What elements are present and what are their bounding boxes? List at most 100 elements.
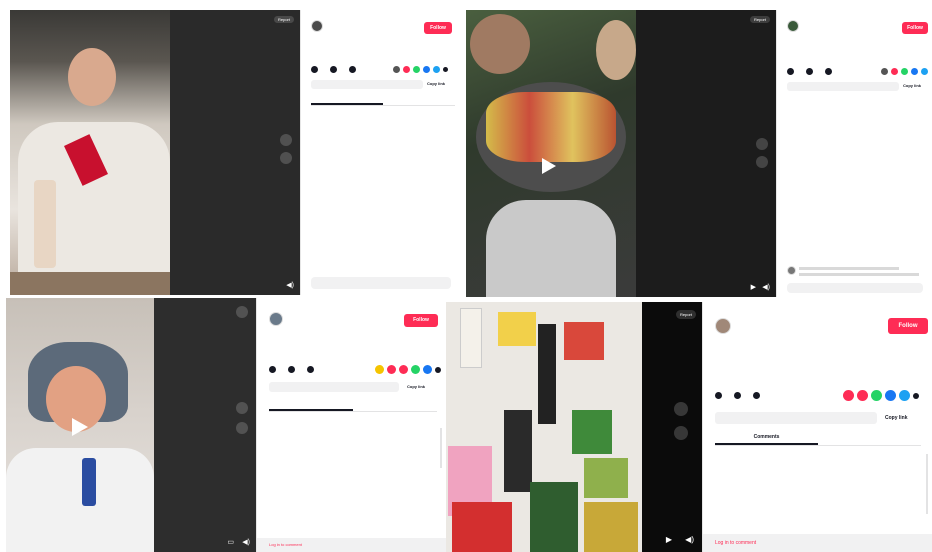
nav-up-button[interactable]: [674, 402, 688, 416]
video-player[interactable]: [6, 298, 154, 552]
report-button[interactable]: Report: [749, 16, 770, 23]
video-player[interactable]: [466, 10, 636, 297]
follow-button[interactable]: Follow: [902, 22, 928, 34]
nav-up-button[interactable]: [236, 402, 248, 414]
screen-icon[interactable]: ▭: [227, 538, 234, 546]
heart-icon[interactable]: [311, 66, 318, 73]
twitter-icon[interactable]: [433, 66, 440, 73]
red-box: [452, 502, 512, 552]
scrollbar[interactable]: [926, 454, 928, 514]
report-button[interactable]: Report: [675, 310, 696, 319]
copy-link-button[interactable]: Copy link: [903, 83, 921, 88]
avatar[interactable]: [787, 20, 799, 32]
copy-link-button[interactable]: Copy link: [885, 415, 908, 421]
nav-down-button[interactable]: [756, 156, 768, 168]
volume-icon[interactable]: ◀): [286, 281, 294, 289]
whatsapp-icon[interactable]: [871, 390, 882, 401]
follow-button[interactable]: Follow: [424, 22, 452, 34]
more-share-icon[interactable]: [443, 67, 448, 72]
nav-down-button[interactable]: [674, 426, 688, 440]
follow-button[interactable]: Follow: [888, 318, 928, 334]
video-link-field[interactable]: [311, 80, 423, 89]
embed-icon[interactable]: [393, 66, 400, 73]
comment-icon[interactable]: [330, 66, 337, 73]
play-icon[interactable]: [542, 158, 556, 174]
embed-icon[interactable]: [881, 68, 888, 75]
video-blur-background: ◀) ▭: [154, 298, 256, 552]
tab-creator-videos[interactable]: [353, 402, 437, 411]
details-sidebar: Follow Copy link Comments Log in to comm…: [702, 302, 932, 552]
nav-down-button[interactable]: [280, 152, 292, 164]
video-panel-2: Report ◀) ▶ Follow Copy link: [466, 10, 932, 297]
tab-comments[interactable]: Comments: [715, 434, 818, 445]
embed-icon[interactable]: [375, 365, 384, 374]
comment-icon[interactable]: [734, 392, 741, 399]
video-panel-4: Report ▶ ◀) Follow Copy link Comments Lo…: [446, 302, 932, 552]
comment-text-line: [799, 273, 919, 276]
twitter-icon[interactable]: [423, 365, 432, 374]
bookmark-icon[interactable]: [825, 68, 832, 75]
engagement-stats: [311, 66, 362, 73]
nav-up-button[interactable]: [756, 138, 768, 150]
play-pause-icon[interactable]: ▶: [666, 535, 672, 544]
avatar[interactable]: [715, 318, 731, 334]
whatsapp-icon[interactable]: [413, 66, 420, 73]
comment-text-line: [799, 267, 899, 270]
black-box: [504, 410, 532, 492]
avatar[interactable]: [311, 20, 323, 32]
tab-creator-videos[interactable]: [383, 96, 455, 105]
snack-box-pink: [564, 322, 604, 360]
bookmark-icon[interactable]: [349, 66, 356, 73]
copy-link-button[interactable]: Copy link: [427, 81, 445, 86]
video-player[interactable]: [446, 302, 642, 552]
close-button[interactable]: [236, 306, 248, 318]
bookmark-icon[interactable]: [307, 366, 314, 373]
heart-icon[interactable]: [269, 366, 276, 373]
heart-icon[interactable]: [787, 68, 794, 75]
follow-button[interactable]: Follow: [404, 314, 438, 327]
volume-icon[interactable]: ◀): [242, 538, 250, 546]
facebook-icon[interactable]: [411, 365, 420, 374]
report-button[interactable]: Report: [273, 16, 294, 23]
video-player[interactable]: [10, 10, 170, 295]
facebook-icon[interactable]: [885, 390, 896, 401]
commenter-avatar[interactable]: [787, 266, 796, 275]
comment-input[interactable]: [787, 283, 923, 293]
bookmark-icon[interactable]: [753, 392, 760, 399]
heart-icon[interactable]: [715, 392, 722, 399]
more-share-icon[interactable]: [435, 367, 441, 373]
nav-up-button[interactable]: [280, 134, 292, 146]
comment-icon[interactable]: [288, 366, 295, 373]
tab-creator-videos[interactable]: [818, 434, 921, 445]
tab-comments[interactable]: [311, 96, 383, 105]
whatsapp-icon[interactable]: [901, 68, 908, 75]
play-icon[interactable]: [72, 418, 88, 436]
embed-icon[interactable]: [843, 390, 854, 401]
friends-share-icon[interactable]: [403, 66, 410, 73]
twitter-icon[interactable]: [899, 390, 910, 401]
volume-icon[interactable]: ◀): [685, 535, 694, 544]
scrollbar[interactable]: [440, 428, 442, 468]
whatsapp-icon[interactable]: [399, 365, 408, 374]
comment-input[interactable]: [311, 277, 451, 289]
video-link-field[interactable]: [715, 412, 877, 424]
comment-icon[interactable]: [806, 68, 813, 75]
comment-input[interactable]: Log in to comment: [257, 538, 446, 552]
facebook-icon[interactable]: [911, 68, 918, 75]
avatar[interactable]: [269, 312, 283, 326]
friends-share-icon[interactable]: [387, 365, 396, 374]
video-link-field[interactable]: [269, 382, 399, 392]
person-right: [596, 20, 636, 80]
friends-share-icon[interactable]: [891, 68, 898, 75]
nav-down-button[interactable]: [236, 422, 248, 434]
comment-input[interactable]: Log in to comment: [703, 534, 932, 552]
friends-share-icon[interactable]: [857, 390, 868, 401]
copy-link-button[interactable]: Copy link: [407, 384, 425, 389]
tab-comments[interactable]: [269, 402, 353, 411]
volume-icon[interactable]: ◀): [762, 283, 770, 291]
play-pause-icon[interactable]: ▶: [751, 283, 756, 291]
more-share-icon[interactable]: [913, 393, 919, 399]
twitter-icon[interactable]: [921, 68, 928, 75]
video-link-field[interactable]: [787, 82, 899, 91]
facebook-icon[interactable]: [423, 66, 430, 73]
